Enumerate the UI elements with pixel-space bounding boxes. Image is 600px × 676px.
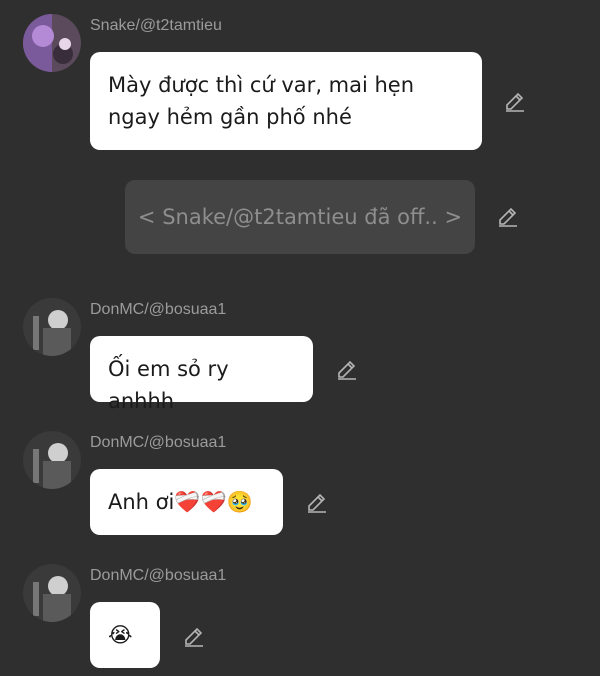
message-username: Snake/@t2tamtieu xyxy=(90,17,222,34)
pencil-icon[interactable] xyxy=(306,491,328,513)
message-text: Mày được thì cứ var, mai hẹn ngay hẻm gầ… xyxy=(108,73,415,129)
avatar-snake[interactable] xyxy=(23,14,81,72)
pencil-icon[interactable] xyxy=(183,625,205,647)
message-bubble: 😭 xyxy=(90,602,160,668)
message-text: Ối em sỏ ry anhhh xyxy=(108,357,229,413)
message-username: DonMC/@bosuaa1 xyxy=(90,434,227,451)
avatar-donmc[interactable] xyxy=(23,431,81,489)
system-message: < Snake/@t2tamtieu đã off.. > xyxy=(125,180,475,254)
message-text: Anh ơi❤️‍🩹❤️‍🩹🥹 xyxy=(108,490,253,514)
avatar-donmc[interactable] xyxy=(23,564,81,622)
message-bubble: Ối em sỏ ry anhhh xyxy=(90,336,313,413)
pencil-icon[interactable] xyxy=(497,205,519,227)
system-message-text: < Snake/@t2tamtieu đã off.. > xyxy=(137,205,463,229)
pencil-icon[interactable] xyxy=(504,90,526,112)
message-username: DonMC/@bosuaa1 xyxy=(90,301,227,318)
message-text: 😭 xyxy=(108,623,133,647)
message-bubble: Anh ơi❤️‍🩹❤️‍🩹🥹 xyxy=(90,469,283,535)
avatar-donmc[interactable] xyxy=(23,298,81,356)
message-bubble: Mày được thì cứ var, mai hẹn ngay hẻm gầ… xyxy=(90,52,482,150)
message-username: DonMC/@bosuaa1 xyxy=(90,567,227,584)
pencil-icon[interactable] xyxy=(336,358,358,380)
